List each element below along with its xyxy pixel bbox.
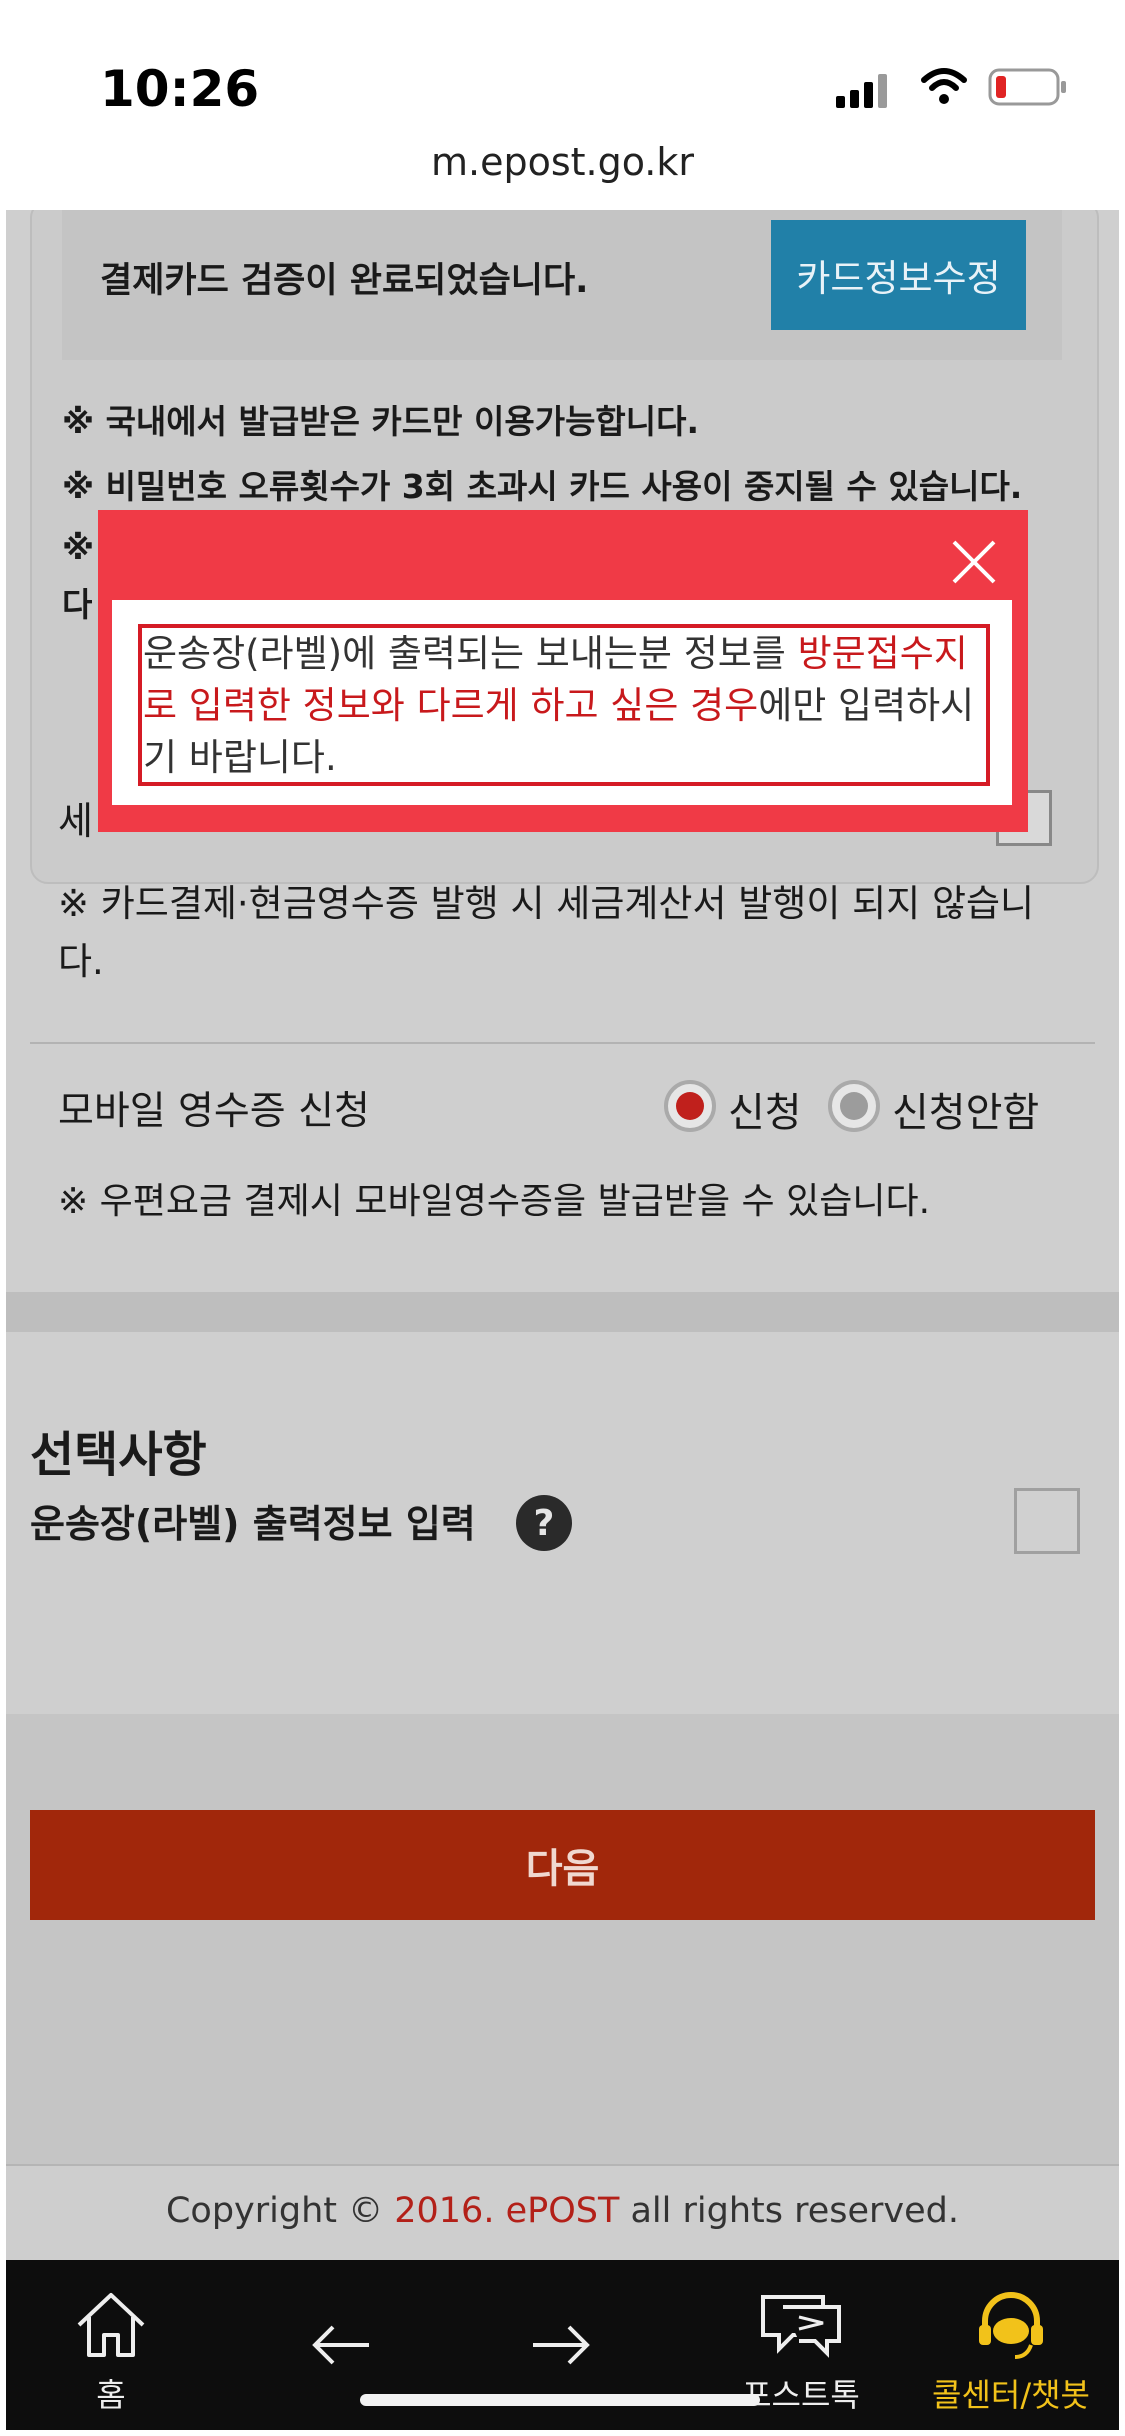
footer-suffix: all rights reserved. — [619, 2191, 960, 2231]
label-info-checkbox[interactable] — [1014, 1488, 1080, 1554]
modal-message: 운송장(라벨)에 출력되는 보내는분 정보를 방문접수지로 입력한 정보와 다르… — [143, 628, 985, 784]
card-notice: 다 — [62, 585, 93, 624]
button-area — [6, 1714, 1119, 2164]
radio-dot — [840, 1092, 868, 1120]
radio-apply-label[interactable]: 신청 — [728, 1080, 802, 1138]
radio-not-apply[interactable] — [828, 1080, 880, 1132]
forward-arrow-icon — [533, 2325, 590, 2365]
modal-text-normal: 운송장(라벨)에 출력되는 보내는분 정보를 — [143, 632, 798, 675]
next-button[interactable]: 다음 — [30, 1810, 1095, 1920]
card-notice: ※ — [62, 528, 95, 567]
close-icon[interactable] — [942, 530, 1006, 594]
label-info-label: 운송장(라벨) 출력정보 입력 — [30, 1502, 476, 1546]
nav-home[interactable]: 홈 — [36, 2260, 186, 2430]
radio-apply[interactable] — [664, 1080, 716, 1132]
help-icon[interactable]: ? — [516, 1495, 572, 1551]
nav-call-center-label: 콜센터/챗봇 — [932, 2376, 1090, 2414]
radio-not-apply-label[interactable]: 신청안함 — [892, 1080, 1039, 1138]
tax-invoice-note: ※ 카드결제·현금영수증 발행 시 세금계산서 발행이 되지 않습니다. — [58, 882, 1035, 983]
nav-post-talk-label: 포스트톡 — [742, 2376, 860, 2414]
home-icon — [77, 2293, 145, 2357]
options-title: 선택사항 — [30, 1427, 207, 1483]
card-verify-message: 결제카드 검증이 완료되었습니다. — [100, 261, 589, 301]
wifi-icon — [921, 68, 967, 104]
card-notice: ※ 비밀번호 오류횟수가 3회 초과시 카드 사용이 중지될 수 있습니다. — [62, 467, 1023, 506]
footer-copyright: Copyright © 2016. ePOST all rights reser… — [6, 2164, 1119, 2260]
edit-card-button[interactable]: 카드정보수정 — [771, 220, 1026, 330]
cellular-signal-icon — [836, 74, 887, 108]
call-center-icon — [979, 2292, 1043, 2359]
url-bar[interactable]: m.epost.go.kr — [0, 140, 1125, 184]
footer-prefix: Copyright © — [165, 2191, 395, 2231]
mobile-receipt-label: 모바일 영수증 신청 — [58, 1089, 370, 1134]
nav-call-center[interactable]: 콜센터/챗봇 — [932, 2260, 1090, 2430]
status-bar: 10:26 — [0, 0, 1125, 140]
divider — [30, 1042, 1095, 1044]
post-talk-icon — [761, 2295, 841, 2358]
back-arrow-icon — [312, 2325, 369, 2365]
battery-icon — [988, 68, 1066, 106]
section-separator — [6, 1292, 1119, 1332]
nav-home-label: 홈 — [96, 2376, 126, 2414]
card-notice: ※ 국내에서 발급받은 카드만 이용가능합니다. — [62, 402, 700, 441]
home-indicator — [360, 2394, 760, 2406]
mobile-receipt-note: ※ 우편요금 결제시 모바일영수증을 발급받을 수 있습니다. — [58, 1181, 931, 1222]
radio-selected-dot — [676, 1092, 704, 1120]
tax-invoice-label: 세 — [58, 799, 93, 843]
footer-year[interactable]: 2016. ePOST — [394, 2191, 619, 2231]
status-time: 10:26 — [100, 60, 260, 118]
